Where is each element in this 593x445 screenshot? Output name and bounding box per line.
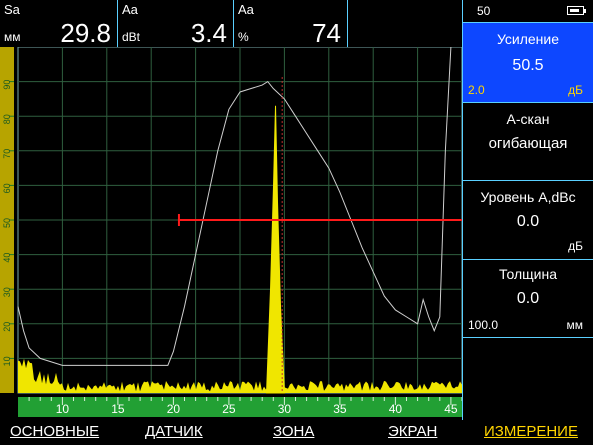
readout-name: Sa [4, 2, 20, 17]
menu-main[interactable]: ОСНОВНЫЕ [10, 423, 99, 440]
thickness-range: 100.0 [468, 318, 499, 332]
bottom-menu: ОСНОВНЫЕ ДАТЧИК ЗОНА ЭКРАН ИЗМЕРЕНИЕ [0, 420, 593, 445]
gain-title: Усиление [496, 31, 560, 47]
readout-name: Aa [238, 2, 254, 17]
x-tick-label: 15 [111, 402, 125, 416]
y-tick-label: 60 [2, 183, 12, 193]
gain-unit: дБ [568, 83, 583, 97]
y-tick-label: 10 [2, 356, 12, 366]
readout-sa: Sa мм 29.8 [0, 0, 118, 48]
menu-zone[interactable]: ЗОНА [273, 423, 314, 440]
readout-aa-percent: Aa % 74 [234, 0, 348, 48]
readout-unit: мм [4, 30, 21, 44]
envelope-curve [17, 47, 452, 366]
y-tick-label: 40 [2, 253, 12, 263]
menu-probe[interactable]: ДАТЧИК [145, 423, 203, 440]
battery-icon [567, 6, 586, 15]
scan-mode-control[interactable]: А-скан огибающая [463, 103, 593, 181]
y-tick-label: 90 [2, 80, 12, 90]
readout-name: Aa [122, 2, 138, 17]
x-tick-label: 10 [56, 402, 70, 416]
thickness-unit: мм [566, 318, 584, 332]
a-scan-plot[interactable]: 10 20 30 40 50 60 70 80 90 10 15 20 25 30 35 40 45 [0, 47, 463, 420]
readout-unit: dBt [122, 30, 141, 44]
y-tick-label: 30 [2, 287, 12, 297]
level-value: 0.0 [516, 213, 540, 230]
level-unit: дБ [568, 239, 583, 253]
side-panel: 50 Усиление 50.5 2.0 дБ А-скан огибающая… [462, 0, 593, 420]
x-tick-label: 40 [389, 402, 403, 416]
x-tick-label: 45 [444, 402, 458, 416]
readout-unit: % [238, 30, 249, 44]
gate-a[interactable] [177, 214, 462, 226]
x-tick-label: 25 [222, 402, 236, 416]
gain-step: 2.0 [468, 83, 485, 97]
x-tick-label: 30 [278, 402, 292, 416]
y-tick-label: 80 [2, 114, 12, 124]
y-tick-label: 50 [2, 218, 12, 228]
thickness-value: 0.0 [516, 290, 540, 307]
readout-value: 74 [312, 18, 341, 48]
readout-value: 3.4 [190, 18, 227, 48]
scan-mode: огибающая [488, 135, 568, 152]
panel-status-row: 50 [463, 0, 593, 23]
menu-screen[interactable]: ЭКРАН [388, 423, 437, 440]
readout-aa-dbt: Aa dBt 3.4 [118, 0, 234, 48]
menu-measurement[interactable]: ИЗМЕРЕНИЕ [484, 423, 578, 440]
x-tick-label: 20 [167, 402, 181, 416]
y-tick-label: 70 [2, 149, 12, 159]
level-control[interactable]: Уровень А,dBc 0.0 дБ [463, 181, 593, 260]
gain-control[interactable]: Усиление 50.5 2.0 дБ [463, 23, 593, 103]
panel-top-value: 50 [477, 4, 491, 18]
readout-value: 29.8 [60, 18, 111, 48]
gain-value: 50.5 [512, 57, 544, 74]
y-tick-label: 20 [2, 322, 12, 332]
level-title: Уровень А,dBc [480, 189, 576, 205]
thickness-control[interactable]: Толщина 0.0 100.0 мм [463, 260, 593, 338]
thickness-title: Толщина [499, 266, 557, 282]
x-tick-label: 35 [333, 402, 347, 416]
scan-title: А-скан [506, 111, 550, 127]
